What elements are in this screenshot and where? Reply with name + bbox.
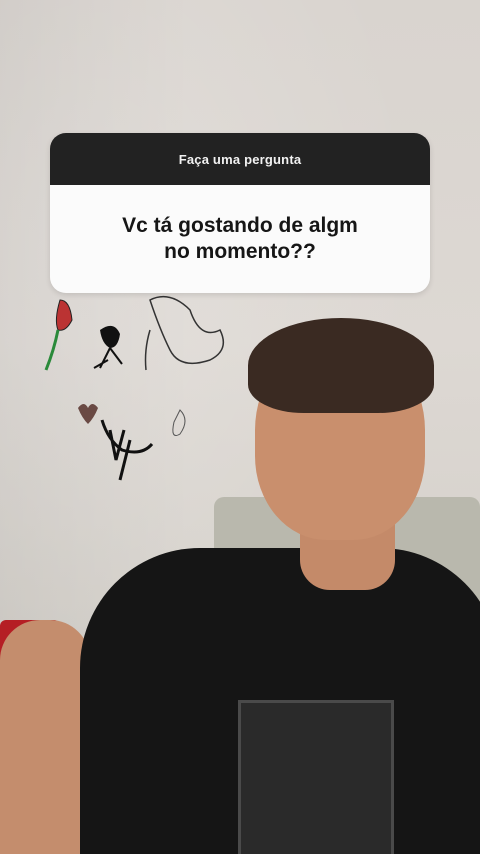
- story-frame[interactable]: Faça uma pergunta Vc tá gostando de algm…: [0, 0, 480, 854]
- question-sticker-body: Vc tá gostando de algm no momento??: [50, 185, 430, 293]
- person-hair: [248, 318, 434, 413]
- question-sticker[interactable]: Faça uma pergunta Vc tá gostando de algm…: [50, 133, 430, 293]
- person-arm: [0, 620, 90, 854]
- question-sticker-header-text: Faça uma pergunta: [178, 151, 302, 167]
- question-text: Vc tá gostando de algm no momento??: [122, 214, 358, 263]
- shirt-print: [238, 700, 394, 854]
- question-sticker-header: Faça uma pergunta: [50, 133, 430, 185]
- wall-drawings: [44, 295, 225, 481]
